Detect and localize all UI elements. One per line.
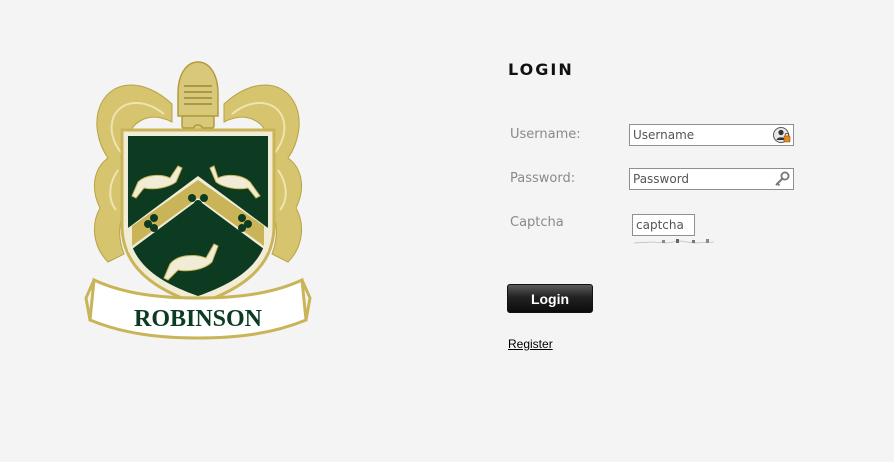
login-title: LOGIN (508, 60, 574, 79)
user-lock-icon (773, 127, 791, 143)
username-field-container (629, 124, 794, 146)
captcha-label: Captcha (510, 215, 564, 230)
password-label: Password: (510, 171, 576, 186)
robinson-crest-logo: ROBINSON (84, 61, 312, 340)
captcha-input[interactable] (633, 215, 694, 235)
password-field-container (629, 168, 794, 190)
password-input[interactable] (630, 169, 771, 189)
captcha-field-container (632, 214, 695, 236)
username-label: Username: (510, 127, 581, 142)
key-icon (775, 171, 790, 187)
crest-text: ROBINSON (134, 306, 263, 332)
login-button[interactable]: Login (507, 284, 593, 313)
username-input[interactable] (630, 125, 771, 145)
register-link[interactable]: Register (508, 337, 553, 351)
captcha-image (632, 239, 718, 245)
